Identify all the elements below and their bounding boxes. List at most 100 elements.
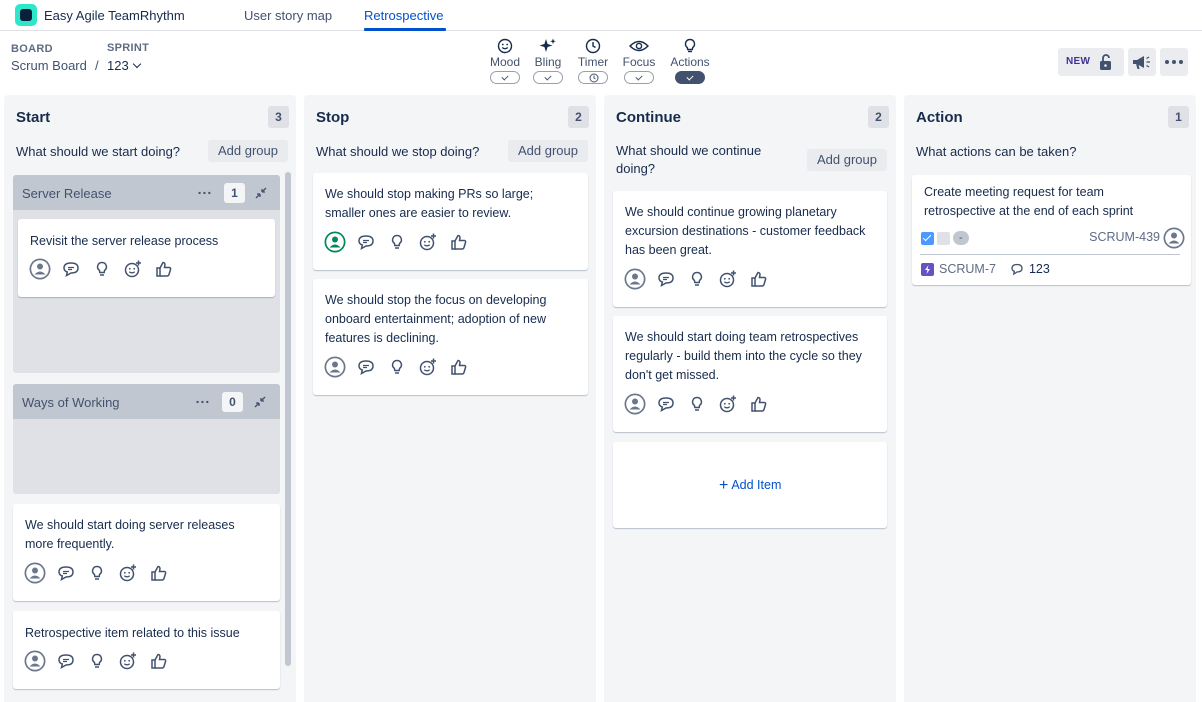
chevron-down-icon bbox=[132, 59, 141, 69]
sprint-select[interactable]: 123 bbox=[107, 58, 141, 73]
thumbs-up-icon[interactable] bbox=[748, 393, 770, 415]
add-group-button[interactable]: Add group bbox=[807, 149, 887, 171]
card-text: Revisit the server release process bbox=[30, 234, 219, 248]
column-start: Start 3 What should we start doing? Add … bbox=[4, 95, 296, 702]
add-reaction-icon[interactable] bbox=[717, 268, 739, 290]
active-tab-indicator bbox=[364, 28, 446, 31]
add-item-card[interactable]: + Add Item bbox=[613, 442, 887, 528]
add-group-button[interactable]: Add group bbox=[208, 140, 288, 162]
column-scrollbar[interactable] bbox=[285, 172, 291, 666]
new-feature-button[interactable]: NEW bbox=[1058, 48, 1124, 76]
tab-retrospective[interactable]: Retrospective bbox=[364, 8, 443, 23]
retro-card[interactable]: We should start doing server releases mo… bbox=[13, 504, 280, 601]
retro-card[interactable]: Retrospective item related to this issue bbox=[13, 611, 280, 689]
smiley-icon bbox=[497, 38, 513, 54]
group-count: 1 bbox=[224, 183, 245, 203]
column-continue: Continue 2 What should we continue doing… bbox=[604, 95, 896, 702]
lightbulb-icon[interactable] bbox=[686, 393, 708, 415]
card-text: Retrospective item related to this issue bbox=[25, 626, 240, 640]
add-reaction-icon[interactable] bbox=[417, 231, 439, 253]
card-text: We should continue growing planetary exc… bbox=[625, 205, 866, 257]
thumbs-up-icon[interactable] bbox=[448, 231, 470, 253]
retro-card[interactable]: We should continue growing planetary exc… bbox=[613, 191, 887, 307]
lightbulb-icon[interactable] bbox=[86, 650, 108, 672]
tool-bling[interactable]: Bling bbox=[523, 38, 573, 84]
comment-icon[interactable] bbox=[60, 258, 82, 280]
board-link[interactable]: Scrum Board bbox=[11, 58, 87, 73]
comment-icon[interactable] bbox=[355, 356, 377, 378]
status-chip[interactable]: - bbox=[953, 231, 969, 245]
comment-icon[interactable] bbox=[55, 562, 77, 584]
add-item-button[interactable]: + Add Item bbox=[719, 476, 781, 494]
thumbs-up-icon[interactable] bbox=[448, 356, 470, 378]
column-count: 1 bbox=[1168, 106, 1189, 128]
column-prompt: What should we stop doing? bbox=[316, 144, 480, 159]
retro-card[interactable]: We should stop making PRs so large; smal… bbox=[313, 173, 588, 270]
thumbs-up-icon[interactable] bbox=[153, 258, 175, 280]
lightbulb-icon[interactable] bbox=[86, 562, 108, 584]
tool-toggle[interactable] bbox=[533, 71, 563, 84]
retro-card[interactable]: We should stop the focus on developing o… bbox=[313, 279, 588, 395]
add-reaction-icon[interactable] bbox=[117, 562, 139, 584]
column-action: Action 1 What actions can be taken? Crea… bbox=[904, 95, 1196, 702]
tool-toggle[interactable] bbox=[578, 71, 608, 84]
tab-user-story-map[interactable]: User story map bbox=[244, 8, 332, 23]
tool-timer[interactable]: Timer bbox=[568, 38, 618, 84]
retro-card[interactable]: Revisit the server release process bbox=[18, 219, 275, 297]
thumbs-up-icon[interactable] bbox=[748, 268, 770, 290]
tool-label: Actions bbox=[670, 55, 710, 69]
column-count: 2 bbox=[568, 106, 589, 128]
lightbulb-icon[interactable] bbox=[686, 268, 708, 290]
comment-icon[interactable] bbox=[655, 393, 677, 415]
action-card[interactable]: Create meeting request for team retrospe… bbox=[912, 175, 1191, 285]
group-title: Server Release bbox=[22, 186, 112, 201]
more-options-button[interactable] bbox=[1160, 48, 1188, 76]
avatar-icon[interactable] bbox=[24, 562, 46, 584]
thumbs-up-icon[interactable] bbox=[148, 562, 170, 584]
card-actions bbox=[29, 258, 175, 280]
retro-card[interactable]: We should start doing team retrospective… bbox=[613, 316, 887, 432]
lightbulb-icon[interactable] bbox=[386, 231, 408, 253]
collapse-icon[interactable] bbox=[253, 185, 269, 201]
lightbulb-icon[interactable] bbox=[386, 356, 408, 378]
column-title: Continue bbox=[616, 109, 681, 126]
add-reaction-icon[interactable] bbox=[117, 650, 139, 672]
checkbox-icon[interactable] bbox=[921, 231, 934, 245]
add-group-button[interactable]: Add group bbox=[508, 140, 588, 162]
more-icon[interactable]: ... bbox=[195, 182, 215, 199]
tool-toggle[interactable] bbox=[624, 71, 654, 84]
avatar-icon[interactable] bbox=[29, 258, 51, 280]
comment-icon[interactable] bbox=[355, 231, 377, 253]
announcement-button[interactable] bbox=[1128, 48, 1156, 76]
tool-toggle[interactable] bbox=[490, 71, 520, 84]
tool-actions[interactable]: Actions bbox=[665, 38, 715, 84]
card-actions bbox=[324, 356, 470, 378]
comment-icon[interactable] bbox=[55, 650, 77, 672]
tool-label: Timer bbox=[577, 55, 609, 69]
tool-label: Focus bbox=[622, 55, 656, 69]
column-prompt: What should we start doing? bbox=[16, 144, 181, 159]
add-reaction-icon[interactable] bbox=[417, 356, 439, 378]
avatar-icon[interactable] bbox=[324, 231, 346, 253]
avatar-icon[interactable] bbox=[624, 268, 646, 290]
avatar-icon[interactable] bbox=[624, 393, 646, 415]
comment-icon[interactable] bbox=[1010, 262, 1024, 276]
add-reaction-icon[interactable] bbox=[122, 258, 144, 280]
group-header[interactable]: Ways of Working ... 0 bbox=[13, 384, 280, 419]
column-title: Stop bbox=[316, 109, 350, 126]
collapse-icon[interactable] bbox=[252, 394, 268, 410]
comment-icon[interactable] bbox=[655, 268, 677, 290]
issue-key[interactable]: SCRUM-439 bbox=[1089, 230, 1160, 244]
group-header[interactable]: Server Release ... 1 bbox=[13, 175, 280, 210]
tool-toggle[interactable] bbox=[675, 71, 705, 84]
add-reaction-icon[interactable] bbox=[717, 393, 739, 415]
avatar-icon[interactable] bbox=[24, 650, 46, 672]
more-icon[interactable]: ... bbox=[193, 391, 213, 408]
avatar-icon[interactable] bbox=[324, 356, 346, 378]
lightbulb-icon[interactable] bbox=[91, 258, 113, 280]
avatar-icon[interactable] bbox=[1163, 227, 1185, 249]
parent-issue-key[interactable]: SCRUM-7 bbox=[939, 262, 996, 276]
column-count: 3 bbox=[268, 106, 289, 128]
thumbs-up-icon[interactable] bbox=[148, 650, 170, 672]
tool-focus[interactable]: Focus bbox=[614, 38, 664, 84]
